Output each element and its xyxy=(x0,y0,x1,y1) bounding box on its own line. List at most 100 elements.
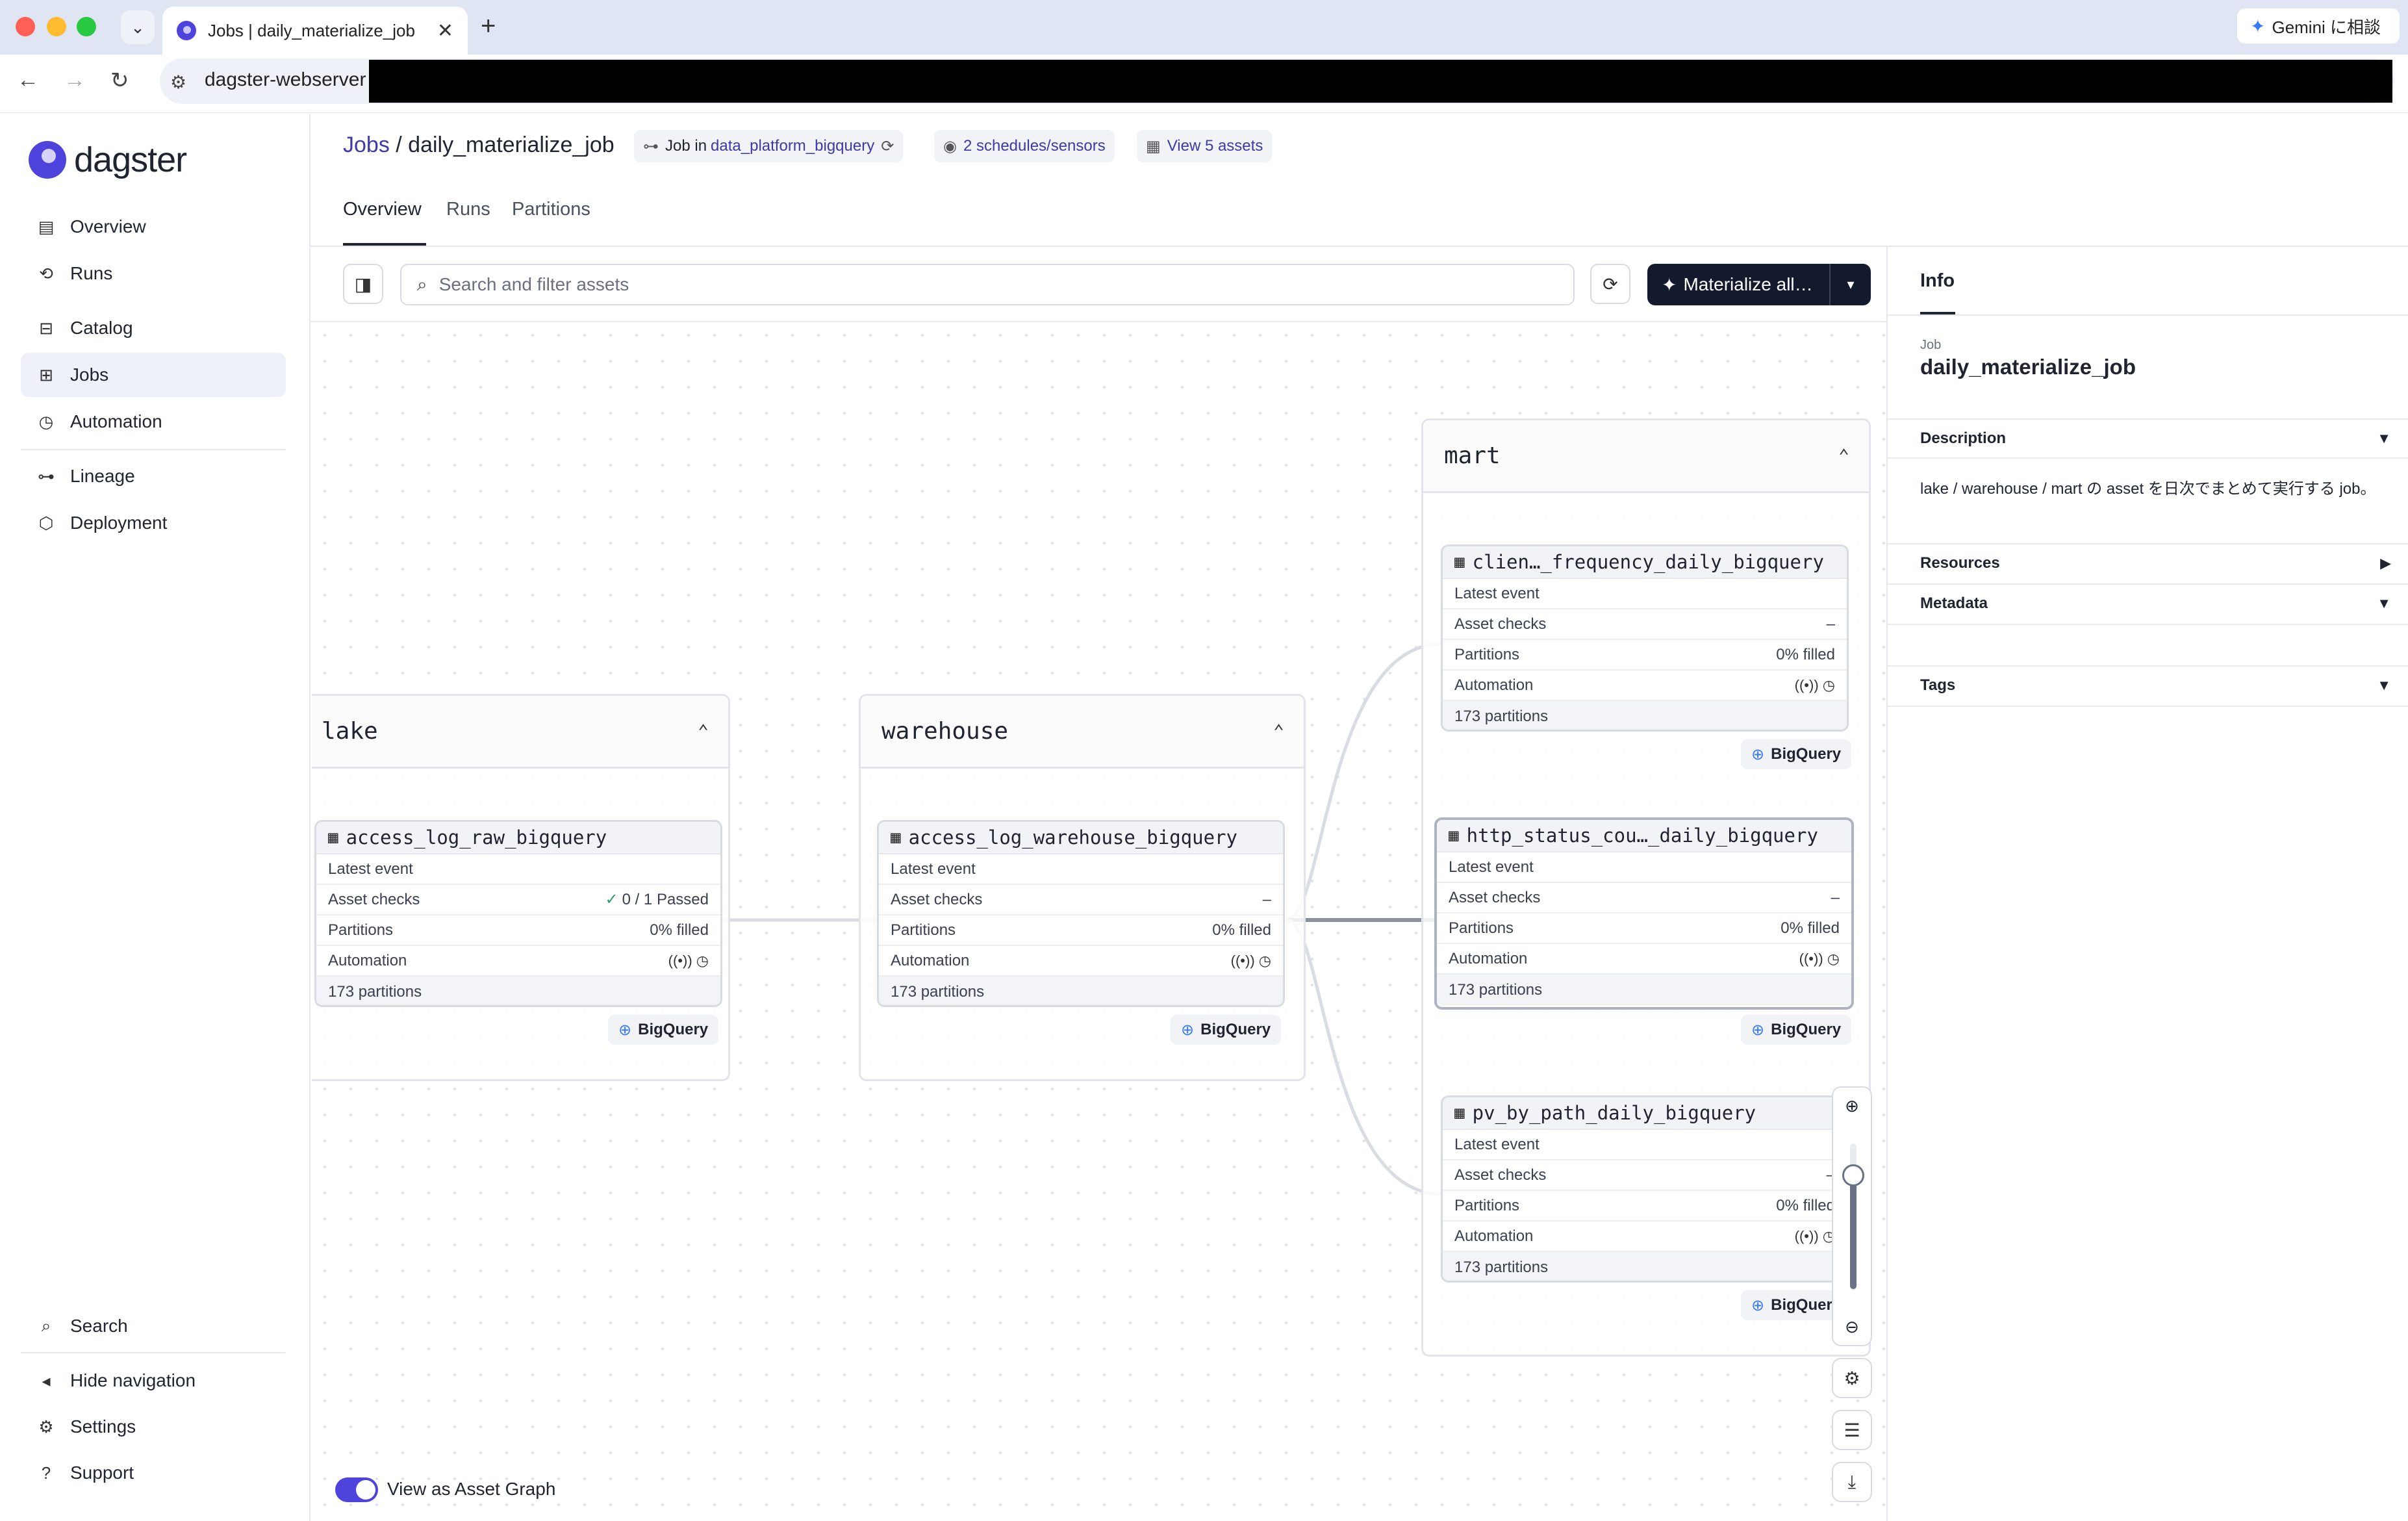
search-icon: ⌕ xyxy=(41,1316,51,1335)
partitions-row: Partitions 0% filled xyxy=(1437,914,1851,944)
zoom-slider-handle[interactable] xyxy=(1842,1164,1864,1186)
forward-icon[interactable]: → xyxy=(64,68,86,93)
section-resources[interactable]: Resources ▶ xyxy=(1888,544,2408,582)
latest-event-row: Latest event xyxy=(1443,579,1847,609)
asset-node-title: ▦ clien…_frequency_daily_bigquery xyxy=(1443,546,1847,579)
sidebar-item-automation[interactable]: ◷ Automation xyxy=(21,400,286,444)
sidebar-item-jobs[interactable]: ⊞ Jobs xyxy=(21,353,286,397)
tab-info[interactable]: Info xyxy=(1920,270,1955,292)
partition-count: 173 partitions xyxy=(1449,980,1543,999)
schedule-clock-icon: ◷ xyxy=(1822,676,1835,693)
bigquery-icon: ⊕ xyxy=(1751,1021,1765,1039)
automation-row[interactable]: Automation ((•)) ◷ xyxy=(316,946,720,977)
runs-icon: ⟲ xyxy=(39,263,53,283)
table-icon: ▦ xyxy=(1454,552,1465,572)
asset-graph-canvas[interactable]: lake ⌃ warehouse ⌃ mart ⌃ ▦ access_log_ra… xyxy=(312,322,1886,1521)
download-graph-button[interactable]: ⤓ xyxy=(1832,1462,1872,1502)
asset-checks-row[interactable]: Asset checks – xyxy=(1437,883,1851,914)
asset-node[interactable]: ▦ access_log_warehouse_bigquery Latest ev… xyxy=(877,820,1285,1007)
browser-tab-active[interactable]: Jobs | daily_materialize_job ✕ xyxy=(162,6,468,55)
asset-checks-row[interactable]: Asset checks – xyxy=(1443,1160,1847,1191)
graph-options-button[interactable]: ☰ xyxy=(1832,1410,1872,1450)
zoom-in-button[interactable]: ⊕ xyxy=(1833,1088,1871,1124)
asset-search-input[interactable]: ⌕ Search and filter assets xyxy=(400,264,1575,305)
tab-partitions[interactable]: Partitions xyxy=(512,199,590,220)
compute-kind-tag[interactable]: ⊕ BigQuery xyxy=(1741,1015,1852,1045)
materialize-dropdown-caret[interactable]: ▾ xyxy=(1829,264,1871,305)
job-location-link[interactable]: data_platform_bigquery xyxy=(711,137,874,155)
collapse-group-icon[interactable]: ⌃ xyxy=(1838,445,1849,467)
bigquery-icon: ⊕ xyxy=(1751,745,1765,763)
compute-kind-label: BigQuery xyxy=(638,1021,709,1038)
collapse-group-icon[interactable]: ⌃ xyxy=(698,721,709,742)
partition-count-row: 173 partitions xyxy=(316,977,720,1005)
view-as-asset-graph-label: View as Asset Graph xyxy=(387,1479,556,1499)
sidebar-item-overview[interactable]: ▤ Overview xyxy=(21,205,286,249)
site-settings-icon[interactable]: ⚙ xyxy=(170,71,186,93)
sidebar-item-settings[interactable]: ⚙ Settings xyxy=(21,1405,286,1449)
collapse-group-icon[interactable]: ⌃ xyxy=(1273,721,1284,742)
tab-overview[interactable]: Overview xyxy=(343,199,422,220)
tab-runs[interactable]: Runs xyxy=(446,199,490,220)
dagster-logo[interactable]: dagster xyxy=(29,140,187,180)
close-tab-icon[interactable]: ✕ xyxy=(437,19,453,42)
table-icon: ▦ xyxy=(891,828,901,847)
materialize-all-button[interactable]: ✦ Materialize all… ▾ xyxy=(1647,264,1871,305)
row-label: Latest event xyxy=(1454,1135,1540,1153)
gemini-button[interactable]: ✦ Gemini に相談 xyxy=(2237,8,2400,44)
compute-kind-tag[interactable]: ⊕ BigQuery xyxy=(1171,1015,1282,1045)
breadcrumb-jobs-link[interactable]: Jobs xyxy=(343,133,390,157)
materialize-all-label: Materialize all… xyxy=(1683,274,1813,294)
window-zoom-button[interactable] xyxy=(77,17,96,36)
zoom-out-icon: ⊖ xyxy=(1845,1316,1859,1336)
automation-row[interactable]: Automation ((•)) ◷ xyxy=(879,946,1283,977)
schedules-sensors-chip[interactable]: ◉ 2 schedules/sensors xyxy=(934,130,1115,162)
asset-node[interactable]: ▦ clien…_frequency_daily_bigquery Latest … xyxy=(1441,544,1849,732)
window-minimize-button[interactable] xyxy=(47,17,66,36)
row-label: Asset checks xyxy=(1449,888,1541,906)
sidebar-item-label: Jobs xyxy=(70,364,109,385)
sidebar-item-runs[interactable]: ⟲ Runs xyxy=(21,251,286,296)
sidebar-divider xyxy=(21,1352,286,1353)
asset-checks-row[interactable]: Asset checks ✓ 0 / 1 Passed xyxy=(316,885,720,915)
view-assets-chip[interactable]: ▦ View 5 assets xyxy=(1137,130,1273,162)
support-icon: ? xyxy=(41,1463,51,1483)
reload-location-icon[interactable]: ⟳ xyxy=(881,137,894,156)
view-as-asset-graph-toggle[interactable] xyxy=(335,1477,378,1502)
zoom-out-button[interactable]: ⊖ xyxy=(1833,1309,1871,1345)
compute-kind-tag[interactable]: ⊕ BigQuery xyxy=(608,1015,719,1045)
sidebar-item-search[interactable]: ⌕ Search xyxy=(21,1304,286,1348)
sidebar-item-deployment[interactable]: ⬡ Deployment xyxy=(21,501,286,545)
sidebar-item-hide-navigation[interactable]: ◂ Hide navigation xyxy=(21,1359,286,1403)
asset-node[interactable]: ▦ pv_by_path_daily_bigquery Latest event … xyxy=(1441,1095,1849,1283)
automation-row[interactable]: Automation ((•)) ◷ xyxy=(1443,1221,1847,1252)
section-metadata[interactable]: Metadata ▼ xyxy=(1888,585,2408,622)
compute-kind-label: BigQuery xyxy=(1771,1021,1842,1038)
compute-kind-tag[interactable]: ⊕ BigQuery xyxy=(1741,739,1852,769)
refresh-button[interactable]: ⟳ xyxy=(1590,264,1630,304)
section-tags[interactable]: Tags ▼ xyxy=(1888,667,2408,704)
section-description[interactable]: Description ▼ xyxy=(1888,420,2408,457)
automation-row[interactable]: Automation ((•)) ◷ xyxy=(1443,671,1847,701)
reload-icon[interactable]: ↻ xyxy=(110,68,129,94)
sidebar-item-catalog[interactable]: ⊟ Catalog xyxy=(21,306,286,350)
job-location-chip[interactable]: ⊶ Job in data_platform_bigquery ⟳ xyxy=(634,130,904,162)
window-close-button[interactable] xyxy=(16,17,35,36)
search-icon: ⌕ xyxy=(417,274,427,294)
asset-checks-row[interactable]: Asset checks – xyxy=(879,885,1283,915)
sidebar-item-support[interactable]: ? Support xyxy=(21,1451,286,1495)
sidebar-item-lineage[interactable]: ⊶ Lineage xyxy=(21,454,286,498)
new-tab-button[interactable]: + xyxy=(481,12,496,41)
graph-settings-button[interactable]: ⚙ xyxy=(1832,1358,1872,1398)
asset-checks-row[interactable]: Asset checks – xyxy=(1443,609,1847,640)
automation-row[interactable]: Automation ((•)) ◷ xyxy=(1437,944,1851,975)
toggle-sidebar-button[interactable]: ◨ xyxy=(343,264,383,304)
row-label: Automation xyxy=(1454,676,1534,694)
asset-node-selected[interactable]: ▦ http_status_cou…_daily_bigquery Latest … xyxy=(1434,817,1854,1010)
zoom-control: ⊕ ⊖ xyxy=(1832,1086,1872,1346)
tab-list-button[interactable]: ⌄ xyxy=(121,10,155,44)
asset-node[interactable]: ▦ access_log_raw_bigquery Latest event As… xyxy=(314,820,722,1007)
sidebar-item-label: Settings xyxy=(70,1416,136,1437)
back-icon[interactable]: ← xyxy=(17,68,39,93)
info-panel: Info Job daily_materialize_job Descripti… xyxy=(1886,247,2408,1521)
